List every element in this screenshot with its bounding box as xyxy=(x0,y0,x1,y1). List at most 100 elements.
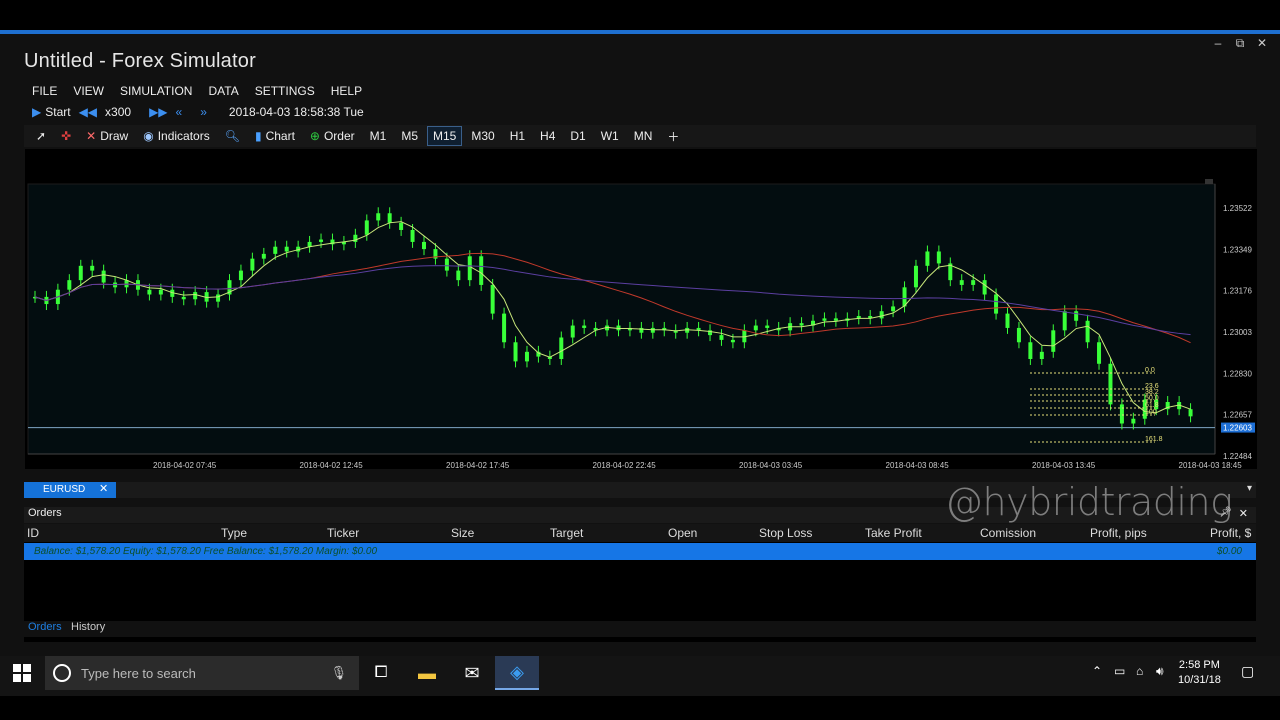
candle-body xyxy=(399,222,404,230)
candle-body xyxy=(1131,418,1136,424)
candle-body xyxy=(456,270,461,281)
forex-simulator-taskbar-button[interactable]: ◈ xyxy=(495,656,539,690)
col-size[interactable]: Size xyxy=(451,526,474,540)
battery-icon[interactable]: ▭ xyxy=(1114,664,1125,678)
close-button[interactable]: ✕ xyxy=(1252,36,1272,50)
add-timeframe-button[interactable]: ＋ xyxy=(661,125,685,148)
menu-simulation[interactable]: SIMULATION xyxy=(112,80,200,102)
tf-m30[interactable]: M30 xyxy=(465,126,500,146)
candle-body xyxy=(1119,404,1124,424)
col-id[interactable]: ID xyxy=(27,526,39,540)
slower-button[interactable]: ◀◀ xyxy=(79,105,97,119)
candle-body xyxy=(67,280,72,290)
menu-help[interactable]: HELP xyxy=(323,80,370,102)
step-forward-button[interactable]: » xyxy=(200,105,207,119)
bar-chart-icon: ▮ xyxy=(254,129,262,143)
file-explorer-button[interactable]: ▬ xyxy=(405,656,449,690)
taskbar-search[interactable]: Type here to search 🎙︎ xyxy=(45,656,359,690)
tf-mn[interactable]: MN xyxy=(628,126,659,146)
col-profit-usd[interactable]: Profit, $ xyxy=(1210,526,1251,540)
candle-body xyxy=(181,296,186,300)
network-icon[interactable]: ⌂ xyxy=(1136,664,1143,678)
col-take-profit[interactable]: Take Profit xyxy=(865,526,922,540)
mail-button[interactable]: ✉ xyxy=(450,656,494,690)
candle-body xyxy=(971,280,976,285)
candle-body xyxy=(1074,311,1079,321)
clock-date: 10/31/18 xyxy=(1178,674,1221,686)
tf-d1[interactable]: D1 xyxy=(564,126,591,146)
tf-m1[interactable]: M1 xyxy=(364,126,393,146)
bottom-letterbox xyxy=(0,696,1280,720)
volume-icon[interactable]: 🔊︎ xyxy=(1156,664,1164,679)
close-panel-icon[interactable]: ✕ xyxy=(1239,507,1248,520)
candle-body xyxy=(101,270,106,283)
search-placeholder: Type here to search xyxy=(81,665,196,681)
tab-history[interactable]: History xyxy=(71,621,105,633)
tf-h4[interactable]: H4 xyxy=(534,126,561,146)
candle-body xyxy=(261,253,266,259)
menu-view[interactable]: VIEW xyxy=(65,80,112,102)
cursor-tool[interactable]: ➚ xyxy=(30,126,52,146)
task-view-button[interactable]: ⧠ xyxy=(359,656,403,690)
col-type[interactable]: Type xyxy=(221,526,247,540)
tf-h1[interactable]: H1 xyxy=(504,126,531,146)
col-target[interactable]: Target xyxy=(550,526,583,540)
tf-w1[interactable]: W1 xyxy=(595,126,625,146)
menu-data[interactable]: DATA xyxy=(200,80,246,102)
start-menu-button[interactable] xyxy=(0,656,44,690)
chart-label: Chart xyxy=(265,129,295,143)
candle-body xyxy=(410,229,415,242)
step-back-button[interactable]: « xyxy=(176,105,183,119)
tf-m15[interactable]: M15 xyxy=(427,126,463,146)
candle-body xyxy=(959,280,964,285)
start-button[interactable]: ▶ Start xyxy=(32,105,71,119)
microphone-icon[interactable]: 🎙︎ xyxy=(330,665,347,681)
fib-level-label: 61.8 xyxy=(1145,402,1159,409)
chevron-down-icon[interactable]: ▾ xyxy=(1247,483,1252,494)
col-open[interactable]: Open xyxy=(668,526,697,540)
chart-button[interactable]: ▮ Chart xyxy=(249,126,301,146)
crosshair-tool[interactable]: ✜ xyxy=(55,126,77,146)
clock[interactable]: 2:58 PM 10/31/18 xyxy=(1178,658,1221,688)
draw-icon: ✕ xyxy=(86,129,97,143)
col-stop-loss[interactable]: Stop Loss xyxy=(759,526,812,540)
col-comission[interactable]: Comission xyxy=(980,526,1036,540)
sim-datetime: 2018-04-03 18:58:38 Tue xyxy=(228,105,364,119)
candle-body xyxy=(582,325,587,328)
candle-body xyxy=(364,220,369,235)
fib-level-label: 50.0 xyxy=(1145,395,1159,402)
col-profit-pips[interactable]: Profit, pips xyxy=(1090,526,1147,540)
time-tick-label: 2018-04-03 03:45 xyxy=(739,461,803,469)
candle-body xyxy=(1108,363,1113,405)
rewind-icon: ◀◀ xyxy=(78,105,98,119)
notifications-icon[interactable]: ▢ xyxy=(1241,663,1254,680)
cortana-icon xyxy=(53,664,71,682)
restore-button[interactable]: ⧉ xyxy=(1230,36,1250,51)
time-tick-label: 2018-04-02 22:45 xyxy=(593,461,657,469)
play-icon: ▶ xyxy=(32,105,42,119)
tab-orders[interactable]: Orders xyxy=(28,621,62,633)
candle-body xyxy=(833,318,838,321)
candle-body xyxy=(479,256,484,285)
draw-label: Draw xyxy=(100,129,129,143)
menu-file[interactable]: FILE xyxy=(24,80,65,102)
chart-canvas[interactable]: 1.23522 1.23349 1.23176 1.23003 1.22830 1.226… xyxy=(25,149,1257,486)
candle-body xyxy=(913,265,918,288)
balance-summary-row[interactable]: Balance: $1,578.20 Equity: $1,578.20 Fre… xyxy=(24,543,1256,560)
tf-m5[interactable]: M5 xyxy=(395,126,424,146)
col-ticker[interactable]: Ticker xyxy=(327,526,359,540)
orders-panel-tabs: Orders History xyxy=(24,621,1256,637)
order-button[interactable]: ⊕ Order xyxy=(304,126,361,146)
candle-body xyxy=(502,313,507,343)
candle-body xyxy=(730,339,735,343)
indicators-button[interactable]: ◉ Indicators xyxy=(137,126,216,146)
candle-body xyxy=(559,337,564,359)
price-chart[interactable]: 1.23522 1.23349 1.23176 1.23003 1.22830 1.226… xyxy=(25,149,1257,486)
chevron-up-icon[interactable]: ⌃ xyxy=(1092,664,1102,678)
faster-button[interactable]: ▶▶ xyxy=(149,105,167,119)
symbol-tab-close-icon[interactable]: ✕ xyxy=(99,482,108,495)
menu-settings[interactable]: SETTINGS xyxy=(247,80,323,102)
draw-button[interactable]: ✕ Draw xyxy=(80,126,134,146)
zoom-button[interactable]: 🔍︎ xyxy=(219,126,246,146)
minimize-button[interactable]: ‒ xyxy=(1208,36,1228,50)
